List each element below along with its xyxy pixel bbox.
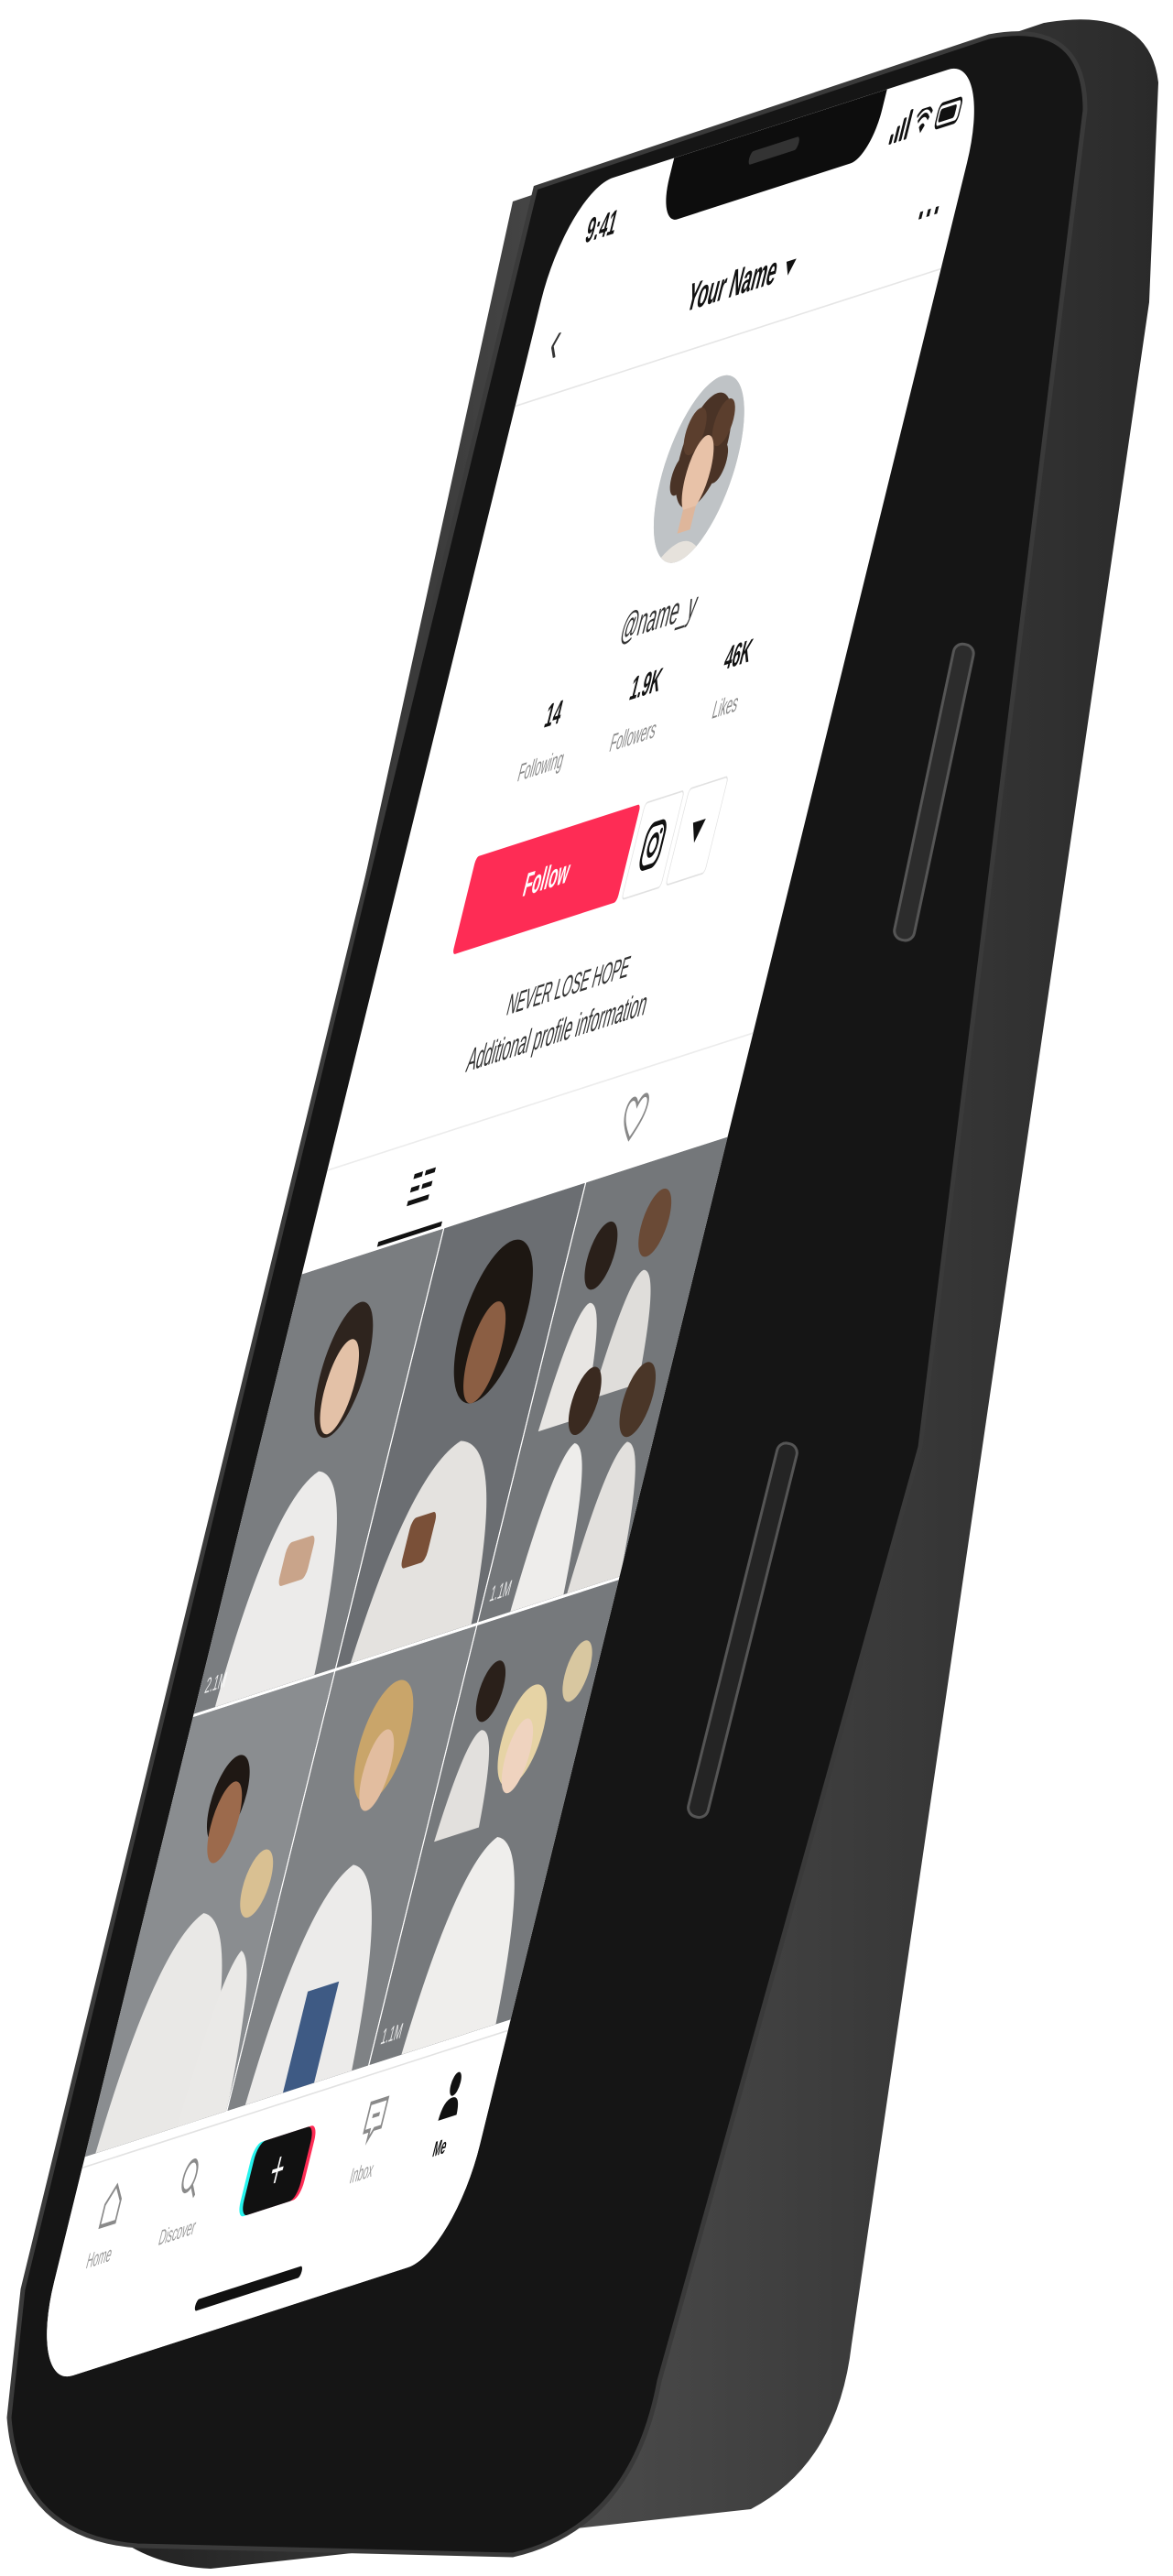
product-mockup: 9:41 ‹ Your Name ··· @name_y 14 Followin…	[0, 0, 1173, 2576]
create-video-button[interactable]: +	[236, 2123, 319, 2219]
stat-followers[interactable]: 1.9K Followers	[583, 652, 696, 766]
avatar[interactable]	[636, 363, 761, 575]
profile-actions: Follow	[451, 775, 729, 955]
profile-person-icon	[438, 2071, 462, 2121]
stat-following[interactable]: 14 Following	[491, 681, 603, 796]
inbox-message-icon	[363, 2095, 390, 2147]
status-time: 9:41	[581, 202, 622, 252]
nav-inbox[interactable]: Inbox	[323, 2082, 417, 2197]
status-icons	[888, 92, 964, 146]
profile-name-title: Your Name	[682, 247, 783, 322]
nav-label: Home	[83, 2240, 115, 2275]
avatar-photo	[636, 363, 761, 575]
triangle-down-icon	[688, 818, 707, 844]
follow-button[interactable]: Follow	[451, 803, 641, 955]
home-indicator	[193, 2265, 304, 2312]
heart-outline-icon	[624, 1092, 649, 1142]
cellular-signal-icon	[888, 108, 914, 146]
nav-label: Discover	[156, 2213, 199, 2251]
nav-label: Inbox	[347, 2156, 377, 2190]
battery-icon	[933, 95, 964, 131]
speaker-grille	[747, 136, 801, 166]
instagram-icon	[639, 819, 667, 871]
search-icon	[181, 2158, 199, 2199]
wifi-icon	[917, 105, 933, 134]
home-icon	[98, 2182, 122, 2230]
nav-label: Me	[430, 2132, 450, 2163]
nav-discover[interactable]: Discover	[139, 2142, 233, 2256]
caret-down-icon	[783, 258, 798, 277]
grid-list-icon	[407, 1167, 437, 1207]
stat-likes[interactable]: 46K Likes	[676, 622, 788, 736]
